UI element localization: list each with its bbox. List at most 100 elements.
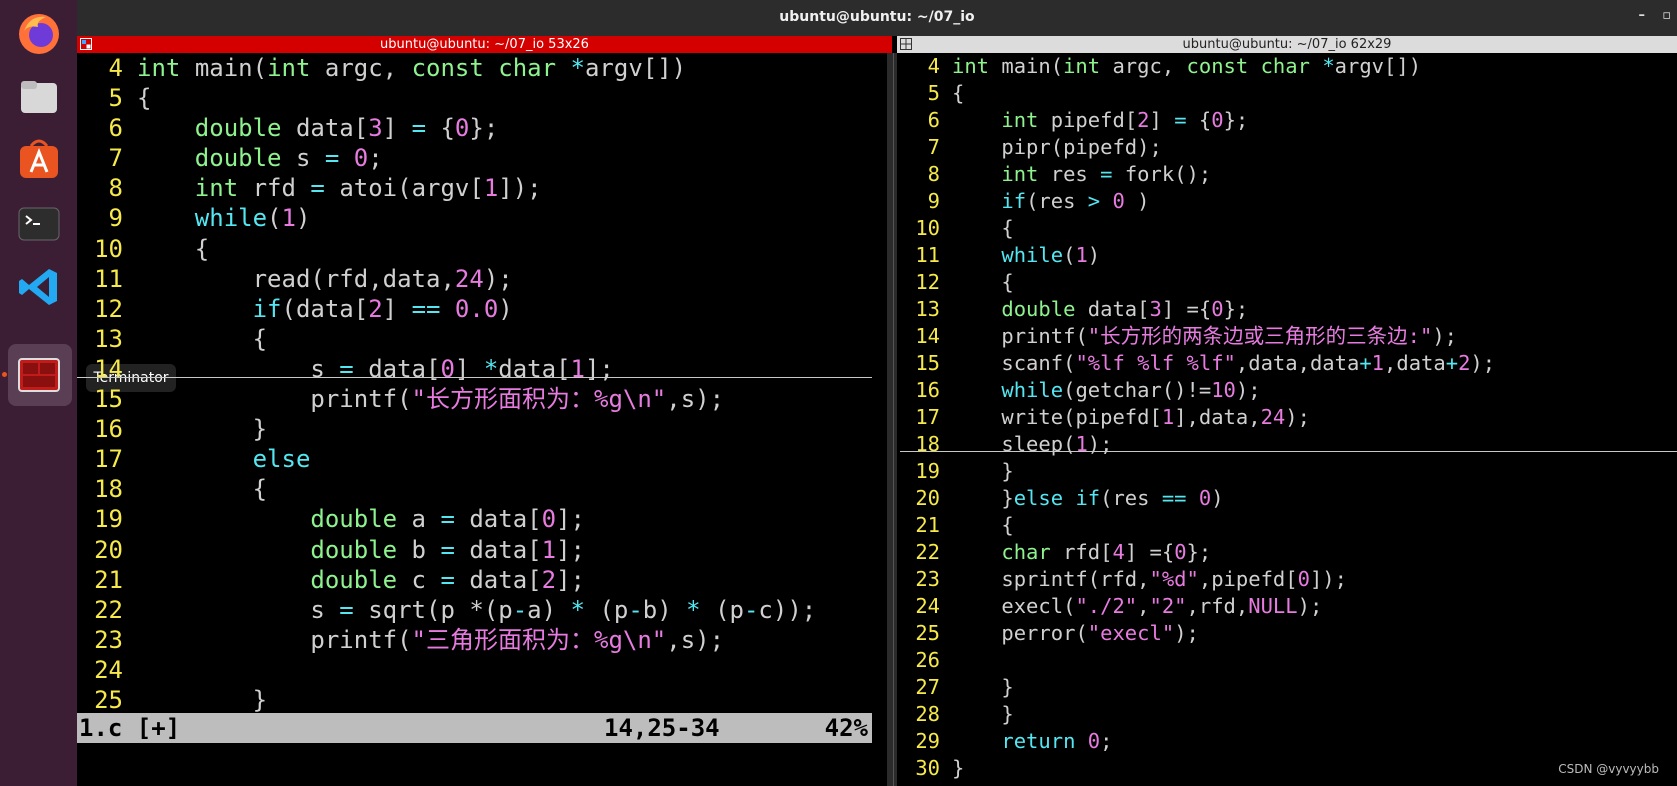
code-line[interactable]: 9 while(1) xyxy=(77,203,892,233)
line-text: int main(int argc, const char *argv[]) xyxy=(952,54,1422,78)
line-number: 24 xyxy=(915,594,940,618)
code-line[interactable]: 13 double data[3] ={0}; xyxy=(900,296,1677,323)
maximize-icon[interactable]: ▫ xyxy=(1662,8,1671,23)
code-line[interactable]: 24 execl("./2","2",rfd,NULL); xyxy=(900,593,1677,620)
right-split-line xyxy=(900,451,1677,452)
line-number: 6 xyxy=(108,114,123,143)
line-number: 5 xyxy=(927,81,940,105)
code-line[interactable]: 8 int rfd = atoi(argv[1]); xyxy=(77,173,892,203)
left-pane-title: ubuntu@ubuntu: ~/07_io 53x26 xyxy=(380,37,589,52)
status-cursor-position: 14,25-34 xyxy=(604,714,720,742)
terminator-icon[interactable] xyxy=(15,351,63,399)
left-editor[interactable]: 4 int main(int argc, const char *argv[]) 5… xyxy=(77,53,892,715)
code-line[interactable]: 11 read(rfd,data,24); xyxy=(77,264,892,294)
minimize-icon[interactable]: – xyxy=(1639,8,1646,23)
code-line[interactable]: 22 char rfd[4] ={0}; xyxy=(900,539,1677,566)
code-line[interactable]: 16 } xyxy=(77,414,892,444)
line-text: } xyxy=(952,756,965,780)
line-text: sprintf(rfd,"%d",pipefd[0]); xyxy=(1001,567,1347,591)
right-pane-titlebar[interactable]: ubuntu@ubuntu: ~/07_io 62x29 xyxy=(897,36,1677,53)
line-text: perror("execl"); xyxy=(1001,621,1199,645)
code-line[interactable]: 5{ xyxy=(900,80,1677,107)
line-number: 24 xyxy=(94,655,123,684)
code-line[interactable]: 26 xyxy=(900,647,1677,674)
terminal-icon[interactable] xyxy=(15,200,63,248)
line-number: 22 xyxy=(915,540,940,564)
vscode-icon[interactable] xyxy=(15,263,63,311)
line-number: 21 xyxy=(94,565,123,594)
code-line[interactable]: 21 double c = data[2]; xyxy=(77,565,892,595)
code-line[interactable]: 13 { xyxy=(77,324,892,354)
code-line[interactable]: 15 scanf("%lf %lf %lf",data,data+1,data+… xyxy=(900,350,1677,377)
code-line[interactable]: 20 }else if(res == 0) xyxy=(900,485,1677,512)
code-line[interactable]: 12 { xyxy=(900,269,1677,296)
line-text: int res = fork(); xyxy=(1001,162,1212,186)
line-number: 12 xyxy=(94,294,123,323)
window-titlebar[interactable]: ubuntu@ubuntu: ~/07_io – ▫ xyxy=(77,0,1677,36)
code-line[interactable]: 4 int main(int argc, const char *argv[]) xyxy=(900,53,1677,80)
vim-status-line: 1.c [+] 14,25-34 42% xyxy=(77,713,872,743)
code-line[interactable]: 24 xyxy=(77,655,892,685)
code-line[interactable]: 20 double b = data[1]; xyxy=(77,535,892,565)
code-line[interactable]: 6 int pipefd[2] = {0}; xyxy=(900,107,1677,134)
left-pane-titlebar[interactable]: ubuntu@ubuntu: ~/07_io 53x26 xyxy=(77,36,892,53)
line-number: 13 xyxy=(94,324,123,353)
line-text: sleep(1); xyxy=(1001,432,1113,456)
code-line[interactable]: 10 { xyxy=(900,215,1677,242)
line-number: 4 xyxy=(108,54,123,82)
right-pane-title: ubuntu@ubuntu: ~/07_io 62x29 xyxy=(1182,37,1392,52)
code-line[interactable]: 6 double data[3] = {0}; xyxy=(77,113,892,143)
code-line[interactable]: 29 return 0; xyxy=(900,728,1677,755)
code-line[interactable]: 18 sleep(1); xyxy=(900,431,1677,458)
line-number: 14 xyxy=(94,354,123,383)
code-line[interactable]: 25 } xyxy=(77,685,892,715)
code-line[interactable]: 23 printf("三角形面积为：%g\n",s); xyxy=(77,625,892,655)
code-line[interactable]: 28 } xyxy=(900,701,1677,728)
code-line[interactable]: 23 sprintf(rfd,"%d",pipefd[0]); xyxy=(900,566,1677,593)
line-text: if(res > 0 ) xyxy=(1001,189,1150,213)
code-line[interactable]: 5{ xyxy=(77,83,892,113)
window-title: ubuntu@ubuntu: ~/07_io xyxy=(779,9,975,25)
files-icon[interactable] xyxy=(15,73,63,121)
line-number: 13 xyxy=(915,297,940,321)
code-line[interactable]: 10 { xyxy=(77,234,892,264)
code-line[interactable]: 14 s = data[0] *data[1]; xyxy=(77,354,892,384)
code-line[interactable]: 9 if(res > 0 ) xyxy=(900,188,1677,215)
line-number: 20 xyxy=(94,535,123,564)
app-center-icon[interactable] xyxy=(15,136,63,184)
code-line[interactable]: 14 printf("长方形的两条边或三角形的三条边:"); xyxy=(900,323,1677,350)
code-line[interactable]: 21 { xyxy=(900,512,1677,539)
code-line[interactable]: 19 double a = data[0]; xyxy=(77,504,892,534)
line-text: { xyxy=(194,234,210,263)
pane-divider[interactable] xyxy=(887,53,897,786)
line-text: execl("./2","2",rfd,NULL); xyxy=(1001,594,1323,618)
line-text: read(rfd,data,24); xyxy=(252,264,513,293)
code-line[interactable]: 12 if(data[2] == 0.0) xyxy=(77,294,892,324)
left-split-line xyxy=(77,377,872,378)
line-text: { xyxy=(137,84,152,113)
line-number: 16 xyxy=(94,415,123,444)
code-line[interactable]: 11 while(1) xyxy=(900,242,1677,269)
code-line[interactable]: 22 s = sqrt(p *(p-a) * (p-b) * (p-c)); xyxy=(77,595,892,625)
code-line[interactable]: 27 } xyxy=(900,674,1677,701)
firefox-icon[interactable] xyxy=(15,10,63,58)
right-editor[interactable]: 4 int main(int argc, const char *argv[]) 5… xyxy=(900,53,1677,782)
pane-group-icon[interactable] xyxy=(900,38,912,50)
code-line[interactable]: 18 { xyxy=(77,474,892,504)
code-line[interactable]: 7 double s = 0; xyxy=(77,143,892,173)
code-line[interactable]: 7 pipr(pipefd); xyxy=(900,134,1677,161)
code-line[interactable]: 4 int main(int argc, const char *argv[]) xyxy=(77,53,892,83)
code-line[interactable]: 19 } xyxy=(900,458,1677,485)
code-line[interactable]: 17 else xyxy=(77,444,892,474)
code-line[interactable]: 17 write(pipefd[1],data,24); xyxy=(900,404,1677,431)
code-line[interactable]: 16 while(getchar()!=10); xyxy=(900,377,1677,404)
line-number: 11 xyxy=(915,243,940,267)
code-line[interactable]: 15 printf("长方形面积为：%g\n",s); xyxy=(77,384,892,414)
line-number: 25 xyxy=(94,685,123,714)
pane-group-icon[interactable] xyxy=(80,38,92,50)
line-number: 11 xyxy=(94,264,123,293)
line-number: 9 xyxy=(108,204,123,233)
line-text: double a = data[0]; xyxy=(310,505,585,534)
code-line[interactable]: 8 int res = fork(); xyxy=(900,161,1677,188)
code-line[interactable]: 25 perror("execl"); xyxy=(900,620,1677,647)
